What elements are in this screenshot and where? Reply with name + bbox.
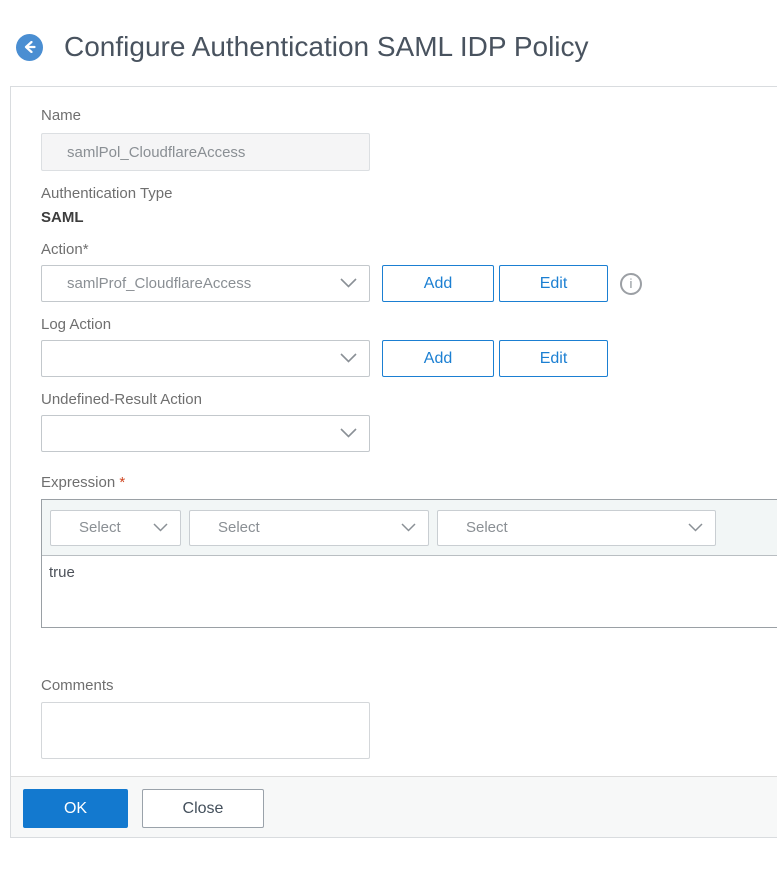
expression-select-2-value: Select	[218, 519, 260, 536]
log-action-label: Log Action	[41, 316, 112, 333]
action-label: Action*	[41, 241, 89, 258]
comments-label: Comments	[41, 677, 114, 694]
expression-textarea[interactable]: true	[42, 556, 777, 627]
info-icon[interactable]: i	[620, 272, 642, 295]
chevron-down-icon	[340, 275, 357, 292]
authentication-type-label: Authentication Type	[41, 185, 173, 202]
chevron-down-icon	[340, 350, 357, 367]
chevron-down-icon	[340, 425, 357, 442]
log-action-row: Add Edit	[41, 340, 777, 377]
undefined-result-action-label: Undefined-Result Action	[41, 391, 202, 408]
expression-select-2[interactable]: Select	[189, 509, 429, 546]
expression-select-3-value: Select	[466, 519, 508, 536]
expression-editor: Select Select Select true	[41, 499, 777, 628]
log-action-add-button[interactable]: Add	[382, 340, 494, 377]
log-action-edit-button[interactable]: Edit	[499, 340, 608, 377]
back-button[interactable]	[16, 33, 43, 61]
ok-button[interactable]: OK	[23, 789, 128, 828]
undefined-result-action-select[interactable]	[41, 415, 370, 452]
name-label: Name	[41, 107, 82, 124]
action-row: samlProf_CloudflareAccess Add Edit i	[41, 265, 777, 302]
expression-label-text: Expression	[41, 474, 116, 491]
action-add-button[interactable]: Add	[382, 265, 494, 302]
close-button[interactable]: Close	[142, 789, 264, 828]
expression-select-3[interactable]: Select	[437, 509, 716, 546]
chevron-down-icon	[153, 519, 168, 536]
undefined-result-action-row	[41, 415, 777, 452]
form-footer: OK Close	[11, 776, 777, 837]
configure-saml-idp-policy-page: Configure Authentication SAML IDP Policy…	[0, 0, 777, 877]
action-edit-button[interactable]: Edit	[499, 265, 608, 302]
action-select-value: samlProf_CloudflareAccess	[67, 275, 252, 292]
arrow-left-icon	[22, 41, 37, 53]
chevron-down-icon	[401, 519, 416, 536]
chevron-down-icon	[688, 519, 703, 536]
required-asterisk: *	[119, 474, 126, 491]
name-input[interactable]	[41, 133, 370, 171]
authentication-type-value: SAML	[41, 209, 84, 226]
comments-textarea[interactable]	[41, 702, 370, 759]
expression-label: Expression *	[41, 475, 777, 491]
form-content: Name Authentication Type SAML Action* sa…	[11, 87, 777, 759]
expression-select-1[interactable]: Select	[50, 509, 181, 546]
action-select[interactable]: samlProf_CloudflareAccess	[41, 265, 370, 302]
log-action-select[interactable]	[41, 340, 370, 377]
page-title: Configure Authentication SAML IDP Policy	[64, 31, 589, 62]
page-header: Configure Authentication SAML IDP Policy	[0, 0, 777, 64]
expression-toolbar: Select Select Select	[42, 500, 777, 556]
form-panel: Name Authentication Type SAML Action* sa…	[10, 86, 777, 838]
expression-select-1-value: Select	[79, 519, 121, 536]
